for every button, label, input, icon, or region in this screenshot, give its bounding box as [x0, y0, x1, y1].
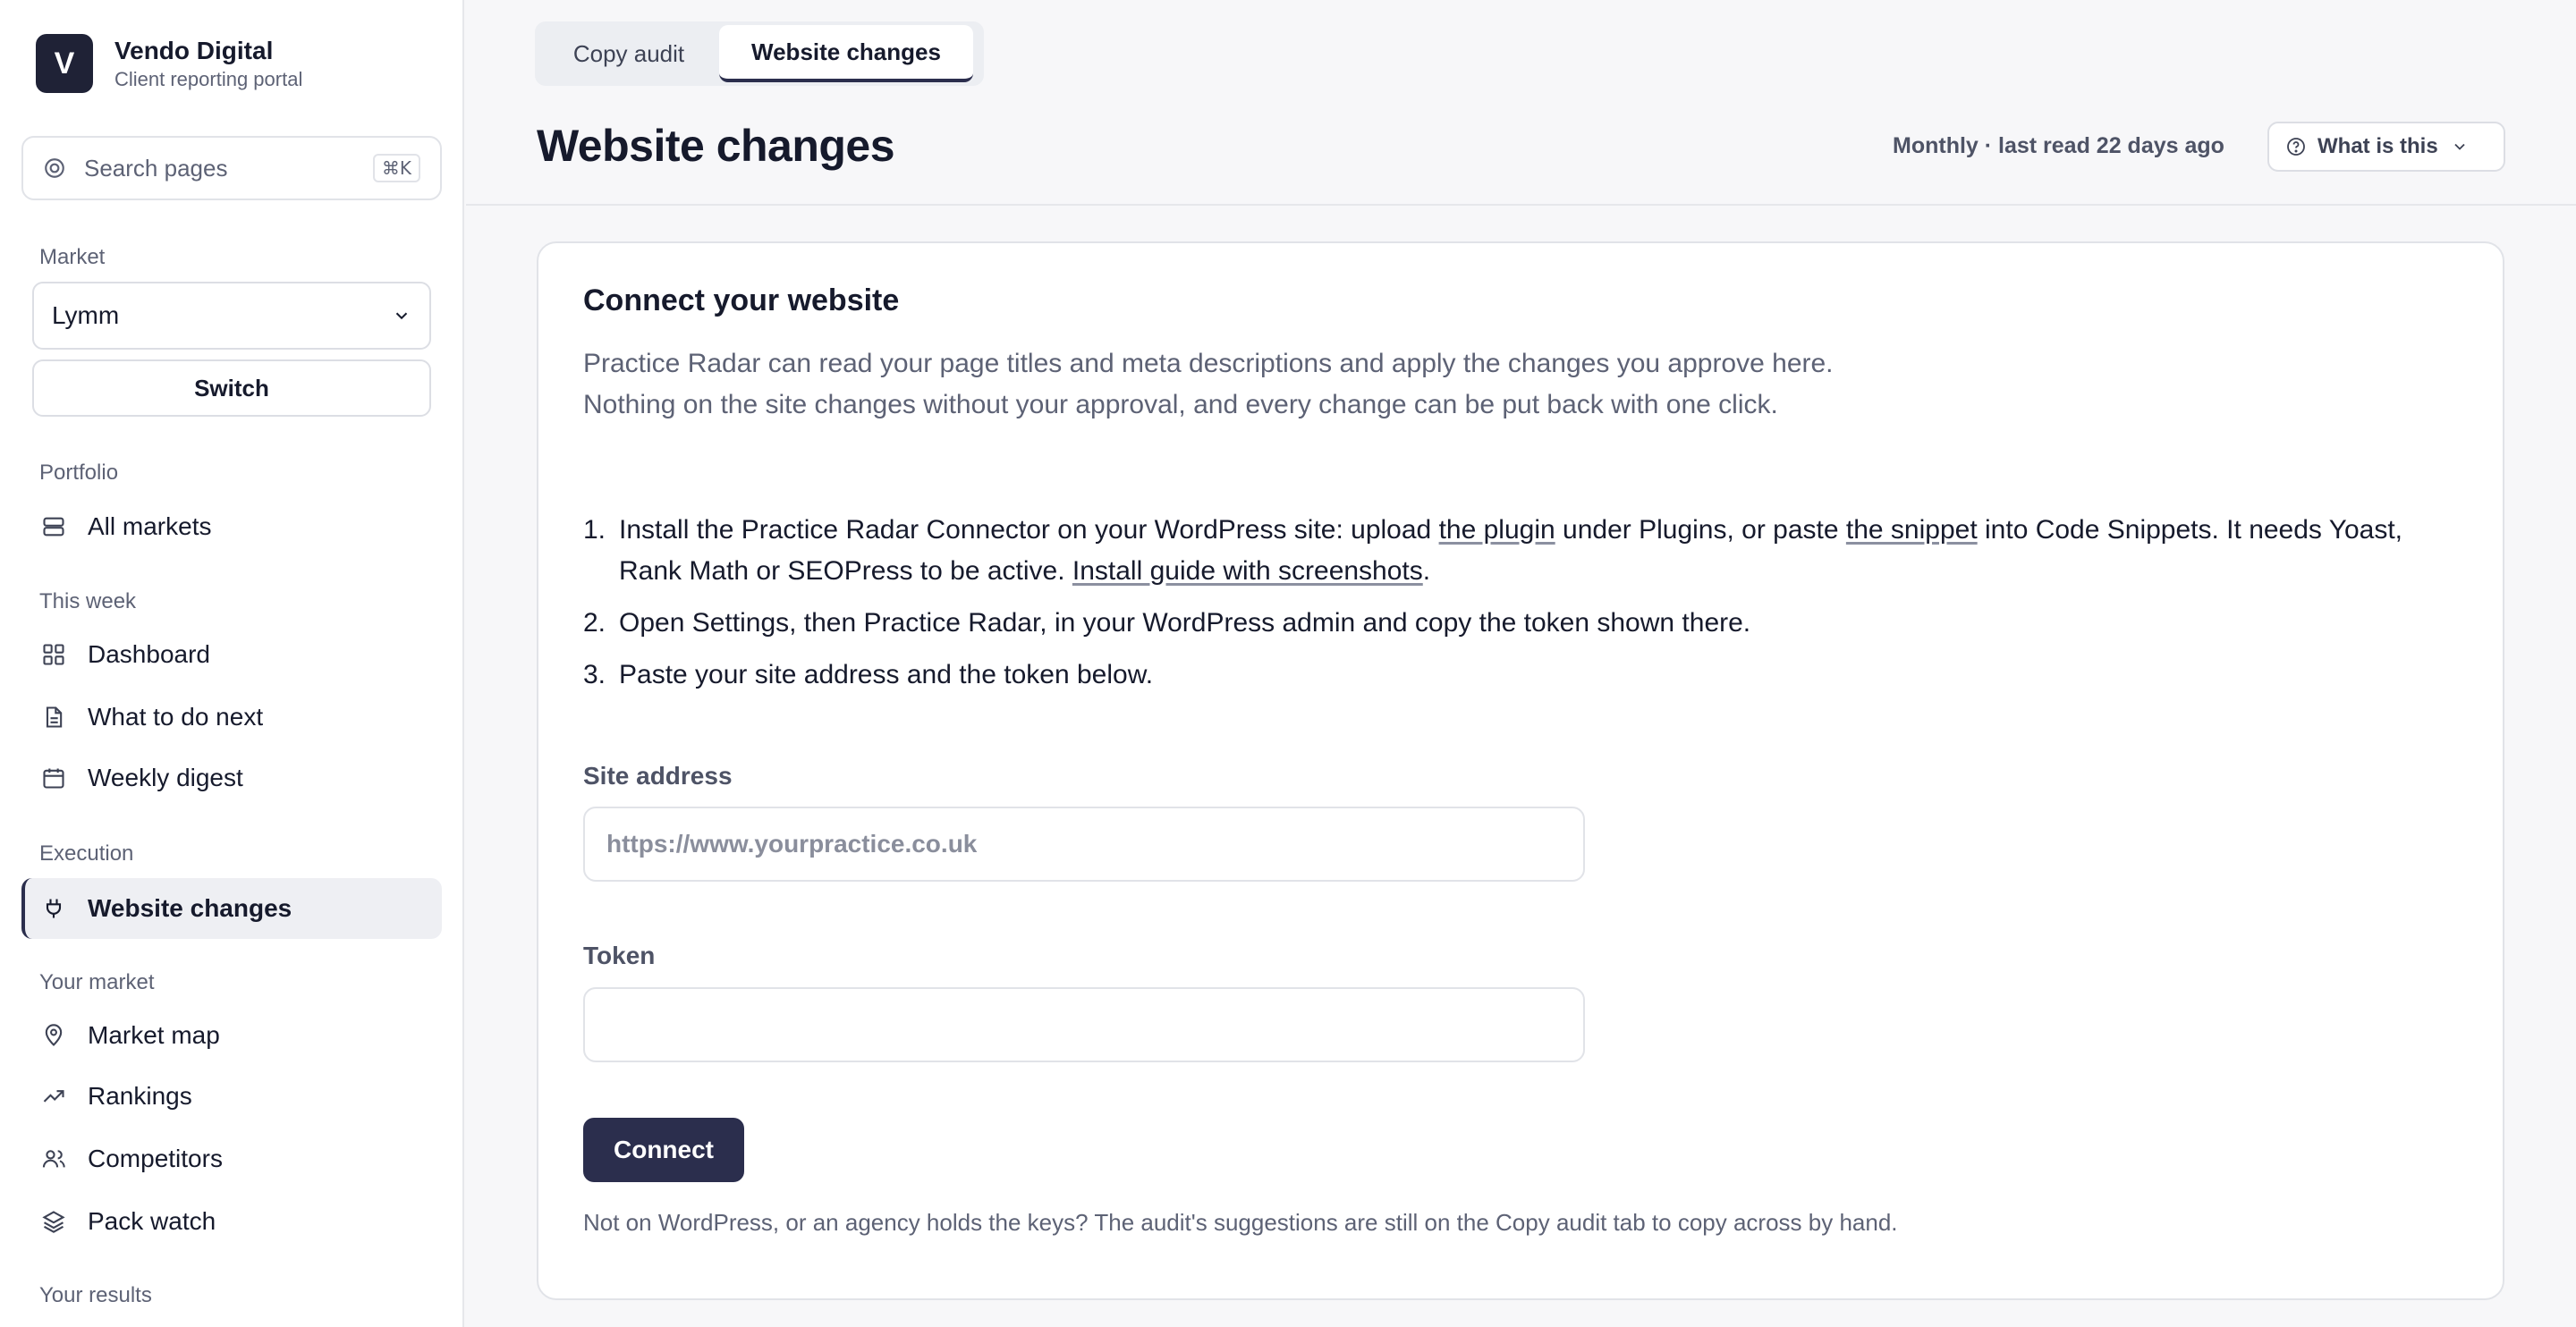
brand-subtitle: Client reporting portal — [114, 68, 303, 90]
brand[interactable]: V Vendo Digital Client reporting portal — [36, 34, 302, 93]
sidebar: V Vendo Digital Client reporting portal … — [0, 0, 464, 1327]
footnote-text: Not on WordPress, or an agency holds the… — [583, 1209, 1898, 1236]
site-address-label: Site address — [583, 762, 733, 790]
brand-name: Vendo Digital — [114, 37, 274, 64]
trending-up-icon — [43, 1090, 64, 1103]
map-pin-icon — [45, 1024, 63, 1046]
execution-label: Execution — [39, 841, 134, 866]
sidebar-item-market-map[interactable]: Market map — [21, 1005, 442, 1066]
portfolio-label: Portfolio — [39, 461, 119, 485]
search-input[interactable]: Search pages ⌘K — [21, 136, 442, 200]
frequency-status: Monthly · last read 22 days ago — [1893, 133, 2224, 158]
page-title: Website changes — [537, 121, 895, 171]
connect-card: Connect your website Practice Radar can … — [537, 241, 2504, 1300]
sidebar-item-label: Market map — [88, 1021, 220, 1049]
market-select[interactable]: Lymm — [32, 282, 431, 350]
sidebar-item-competitors[interactable]: Competitors — [21, 1128, 442, 1189]
step-3: 3. Paste your site address and the token… — [583, 660, 1154, 689]
intro-text: Practice Radar can read your page titles… — [583, 349, 1834, 419]
connect-button[interactable]: Connect — [583, 1118, 744, 1182]
steps-list: 1. Install the Practice Radar Connector … — [583, 510, 2470, 706]
sidebar-item-weekly-digest[interactable]: Weekly digest — [21, 748, 442, 808]
sidebar-item-label: Rankings — [88, 1082, 192, 1110]
plugin-link[interactable]: the plugin — [1439, 515, 1555, 545]
your-results-label: Your results — [39, 1283, 152, 1307]
tab-website-changes[interactable]: Website changes — [719, 25, 973, 82]
sidebar-item-label: Dashboard — [88, 640, 210, 668]
search-placeholder: Search pages — [84, 154, 228, 182]
site-address-input[interactable]: https://www.yourpractice.co.uk — [583, 807, 1585, 882]
token-label: Token — [583, 942, 656, 969]
card-title: Connect your website — [583, 283, 900, 317]
sidebar-item-label: Website changes — [88, 894, 292, 922]
plug-icon — [46, 899, 62, 918]
chevron-down-icon — [2454, 143, 2465, 150]
sidebar-item-website-changes[interactable]: Website changes — [21, 878, 442, 939]
your-market-label: Your market — [39, 970, 155, 994]
step-1: 1. Install the Practice Radar Connector … — [583, 515, 2403, 586]
search-shortcut: ⌘K — [372, 154, 420, 182]
grid-icon — [43, 644, 64, 665]
market-selected: Lymm — [52, 301, 120, 329]
chevron-down-icon — [395, 312, 408, 320]
calendar-icon — [43, 768, 64, 789]
what-is-this-label: What is this — [2318, 134, 2438, 158]
sidebar-item-all-markets[interactable]: All markets — [21, 496, 442, 557]
help-circle-icon — [2287, 138, 2305, 156]
tab-bar: Copy audit Website changes — [535, 21, 984, 86]
document-icon — [46, 706, 63, 728]
brand-logo: V — [36, 34, 93, 93]
sidebar-item-rankings[interactable]: Rankings — [21, 1066, 442, 1127]
token-input[interactable] — [583, 987, 1585, 1062]
snippet-link[interactable]: the snippet — [1846, 515, 1978, 545]
sidebar-item-label: Weekly digest — [88, 764, 243, 791]
sidebar-item-pack-watch[interactable]: Pack watch — [21, 1191, 442, 1252]
sidebar-item-what-to-do-next[interactable]: What to do next — [21, 687, 442, 748]
switch-button[interactable]: Switch — [32, 359, 431, 417]
search-icon — [45, 158, 64, 178]
sidebar-item-label: Pack watch — [88, 1207, 216, 1235]
server-icon — [43, 517, 64, 537]
install-guide-link[interactable]: Install guide with screenshots — [1072, 556, 1423, 586]
sidebar-item-label: Competitors — [88, 1145, 223, 1172]
users-icon — [42, 1150, 65, 1168]
sidebar-item-dashboard[interactable]: Dashboard — [21, 624, 442, 685]
tab-copy-audit[interactable]: Copy audit — [538, 25, 719, 82]
what-is-this-button[interactable]: What is this — [2267, 122, 2505, 172]
sidebar-item-label: What to do next — [88, 703, 264, 731]
layers-icon — [42, 1211, 65, 1233]
sidebar-item-label: All markets — [88, 512, 212, 540]
market-label: Market — [39, 245, 106, 269]
this-week-label: This week — [39, 589, 137, 613]
step-2: 2. Open Settings, then Practice Radar, i… — [583, 608, 1751, 638]
